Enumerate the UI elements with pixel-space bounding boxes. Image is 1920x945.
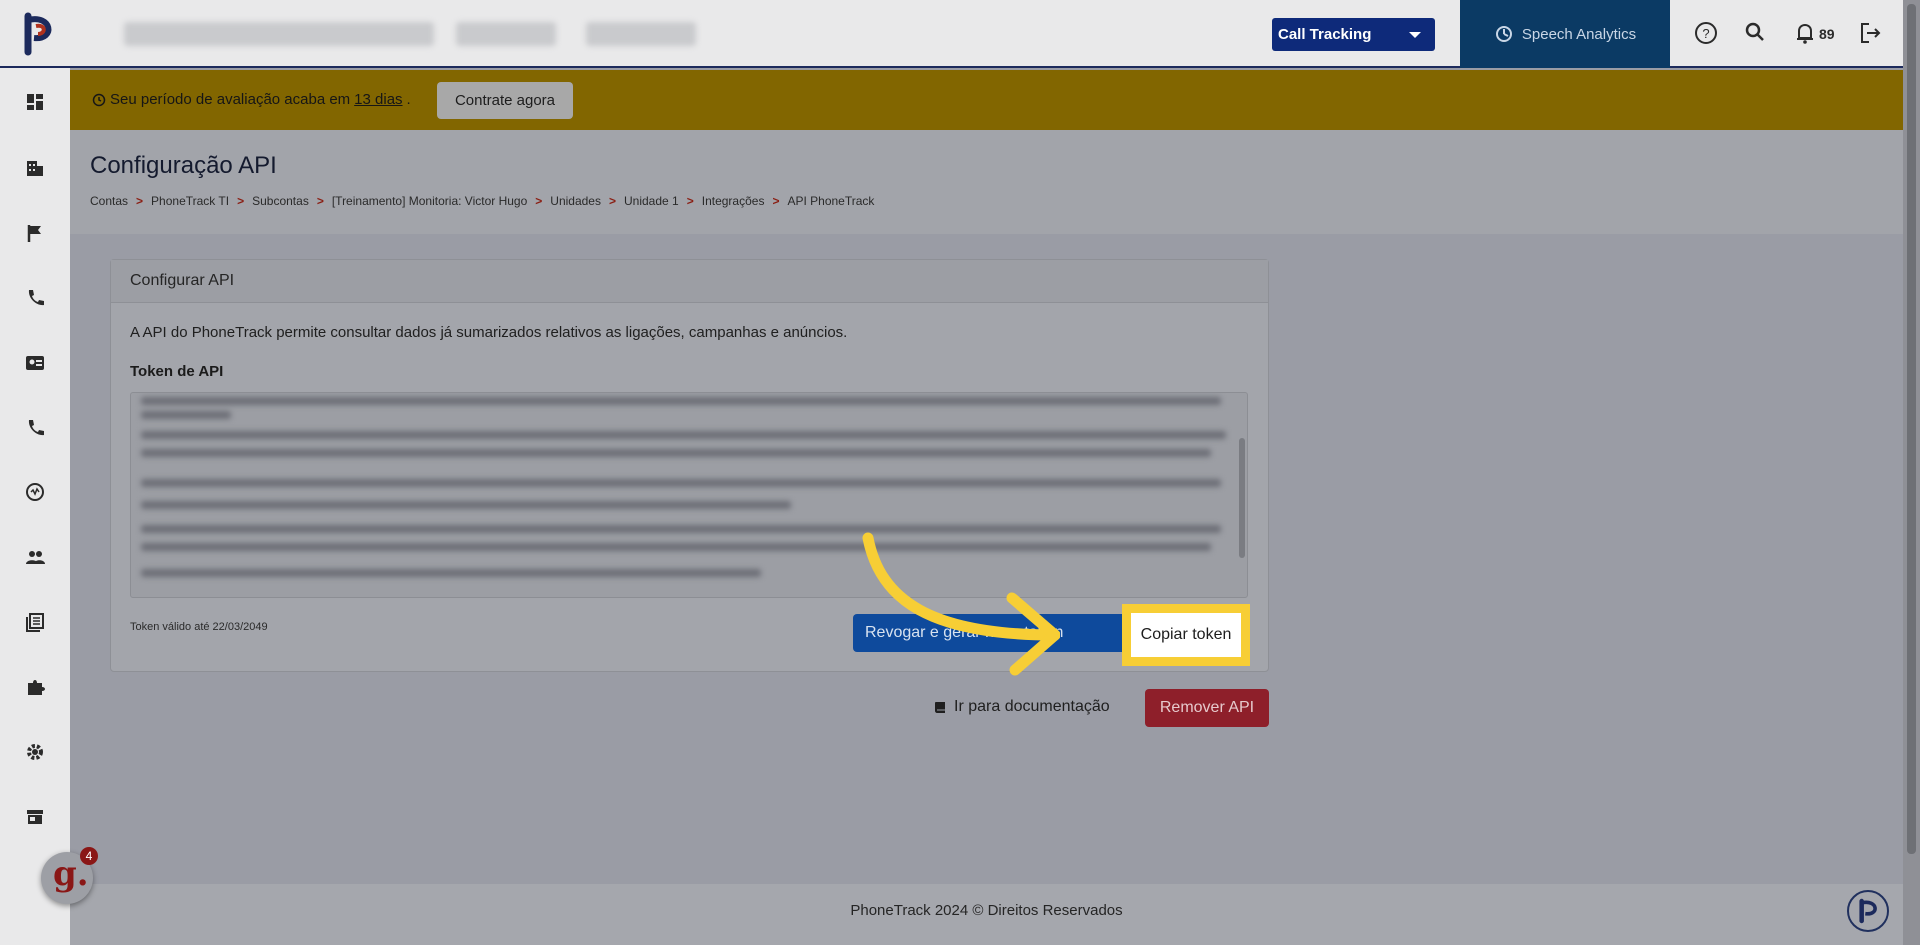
- token-text-blurred: [141, 543, 1211, 551]
- token-text-blurred: [141, 397, 1221, 405]
- trial-days-link[interactable]: 13 dias: [354, 91, 402, 108]
- page-scrollbar[interactable]: [1903, 0, 1920, 945]
- notification-count: 89: [1819, 26, 1835, 42]
- speech-analytics-icon: [1495, 26, 1512, 42]
- card-header: Configurar API: [111, 260, 1268, 303]
- trial-text-end: .: [406, 91, 411, 108]
- documentation-link-label: Ir para documentação: [954, 698, 1110, 715]
- bell-icon[interactable]: [1792, 20, 1818, 46]
- flag-icon[interactable]: [24, 222, 46, 244]
- breadcrumb-separator: >: [535, 194, 543, 208]
- token-validity: Token válido até 22/03/2049: [130, 621, 268, 633]
- revoke-regenerate-token-button[interactable]: Revogar e gerar novo token: [853, 614, 1126, 652]
- speech-analytics-button[interactable]: Speech Analytics: [1460, 0, 1670, 68]
- book-icon: [935, 701, 945, 713]
- phonetrack-logo[interactable]: [22, 12, 58, 56]
- building-icon[interactable]: [24, 157, 46, 179]
- phone-icon[interactable]: [24, 287, 46, 309]
- footer: PhoneTrack 2024 © Direitos Reservados: [70, 884, 1903, 945]
- trial-banner-text: Seu período de avaliação acaba em 13 dia…: [92, 91, 411, 108]
- store-icon[interactable]: [24, 806, 46, 828]
- breadcrumb-item[interactable]: Subcontas: [252, 194, 309, 208]
- token-text-blurred: [141, 569, 761, 577]
- chat-widget-logo-icon[interactable]: [1847, 890, 1889, 932]
- svg-text:?: ?: [1702, 26, 1709, 41]
- nav-item-blurred[interactable]: [586, 22, 696, 46]
- nav-item-blurred[interactable]: [456, 22, 556, 46]
- breadcrumb-item[interactable]: Integrações: [702, 194, 765, 208]
- dashboard-icon[interactable]: [24, 91, 46, 113]
- copy-token-button[interactable]: Copiar token: [1131, 613, 1241, 657]
- documentation-link[interactable]: Ir para documentação: [934, 698, 1110, 716]
- product-select-value: Call Tracking: [1278, 26, 1372, 43]
- breadcrumb-item[interactable]: PhoneTrack TI: [151, 194, 229, 208]
- breadcrumb-separator: >: [686, 194, 694, 208]
- top-bar: Call Tracking Speech Analytics ? 89: [0, 0, 1903, 68]
- account-selector-blurred[interactable]: [124, 22, 434, 46]
- token-text-blurred: [141, 411, 231, 419]
- breadcrumb-item[interactable]: Contas: [90, 194, 128, 208]
- product-select[interactable]: Call Tracking: [1272, 18, 1435, 51]
- api-config-card: Configurar API A API do PhoneTrack permi…: [110, 259, 1269, 672]
- breadcrumb-separator: >: [772, 194, 780, 208]
- speech-analytics-label: Speech Analytics: [1521, 25, 1637, 43]
- contract-now-button[interactable]: Contrate agora: [437, 82, 573, 119]
- speech-analytics-icon[interactable]: [24, 481, 46, 503]
- footer-text: PhoneTrack 2024 © Direitos Reservados: [850, 902, 1123, 919]
- search-icon[interactable]: [1742, 20, 1768, 46]
- logout-icon[interactable]: [1857, 20, 1883, 46]
- contact-card-icon[interactable]: [24, 352, 46, 374]
- puzzle-icon[interactable]: [24, 676, 46, 698]
- remove-api-button[interactable]: Remover API: [1145, 689, 1269, 727]
- trial-banner: Seu período de avaliação acaba em 13 dia…: [70, 70, 1903, 130]
- textarea-scrollbar[interactable]: [1239, 438, 1245, 558]
- page-title: Configuração API: [90, 152, 277, 179]
- token-label: Token de API: [130, 363, 224, 380]
- breadcrumb-separator: >: [136, 194, 144, 208]
- token-text-blurred: [141, 501, 791, 509]
- breadcrumb-separator: >: [316, 194, 324, 208]
- breadcrumb-item[interactable]: Unidades: [550, 194, 601, 208]
- help-icon[interactable]: ?: [1693, 20, 1719, 46]
- breadcrumb-separator: >: [237, 194, 245, 208]
- phone-icon[interactable]: [24, 417, 46, 439]
- sidebar: [0, 68, 70, 945]
- token-text-blurred: [141, 525, 1221, 533]
- chevron-down-icon: [1409, 32, 1421, 38]
- token-text-blurred: [141, 431, 1226, 439]
- card-description: A API do PhoneTrack permite consultar da…: [130, 324, 848, 341]
- token-text-blurred: [141, 479, 1221, 487]
- trial-text: Seu período de avaliação acaba em: [110, 91, 351, 108]
- gear-icon[interactable]: [24, 741, 46, 763]
- breadcrumb-item[interactable]: [Treinamento] Monitoria: Victor Hugo: [332, 194, 527, 208]
- breadcrumb-separator: >: [608, 194, 616, 208]
- token-textarea[interactable]: [130, 392, 1248, 598]
- reports-icon[interactable]: [24, 611, 46, 633]
- breadcrumb-item-current: API PhoneTrack: [787, 194, 875, 208]
- breadcrumb: Contas > PhoneTrack TI > Subcontas > [Tr…: [90, 194, 874, 208]
- assistant-widget-count: 4: [80, 847, 98, 865]
- token-text-blurred: [141, 449, 1211, 457]
- clock-icon: [92, 93, 106, 106]
- page-scrollbar-thumb[interactable]: [1907, 4, 1916, 854]
- users-icon[interactable]: [24, 546, 46, 568]
- page-header: Configuração API Contas > PhoneTrack TI …: [70, 130, 1903, 234]
- copy-token-highlight: Copiar token: [1122, 604, 1250, 666]
- breadcrumb-item[interactable]: Unidade 1: [624, 194, 679, 208]
